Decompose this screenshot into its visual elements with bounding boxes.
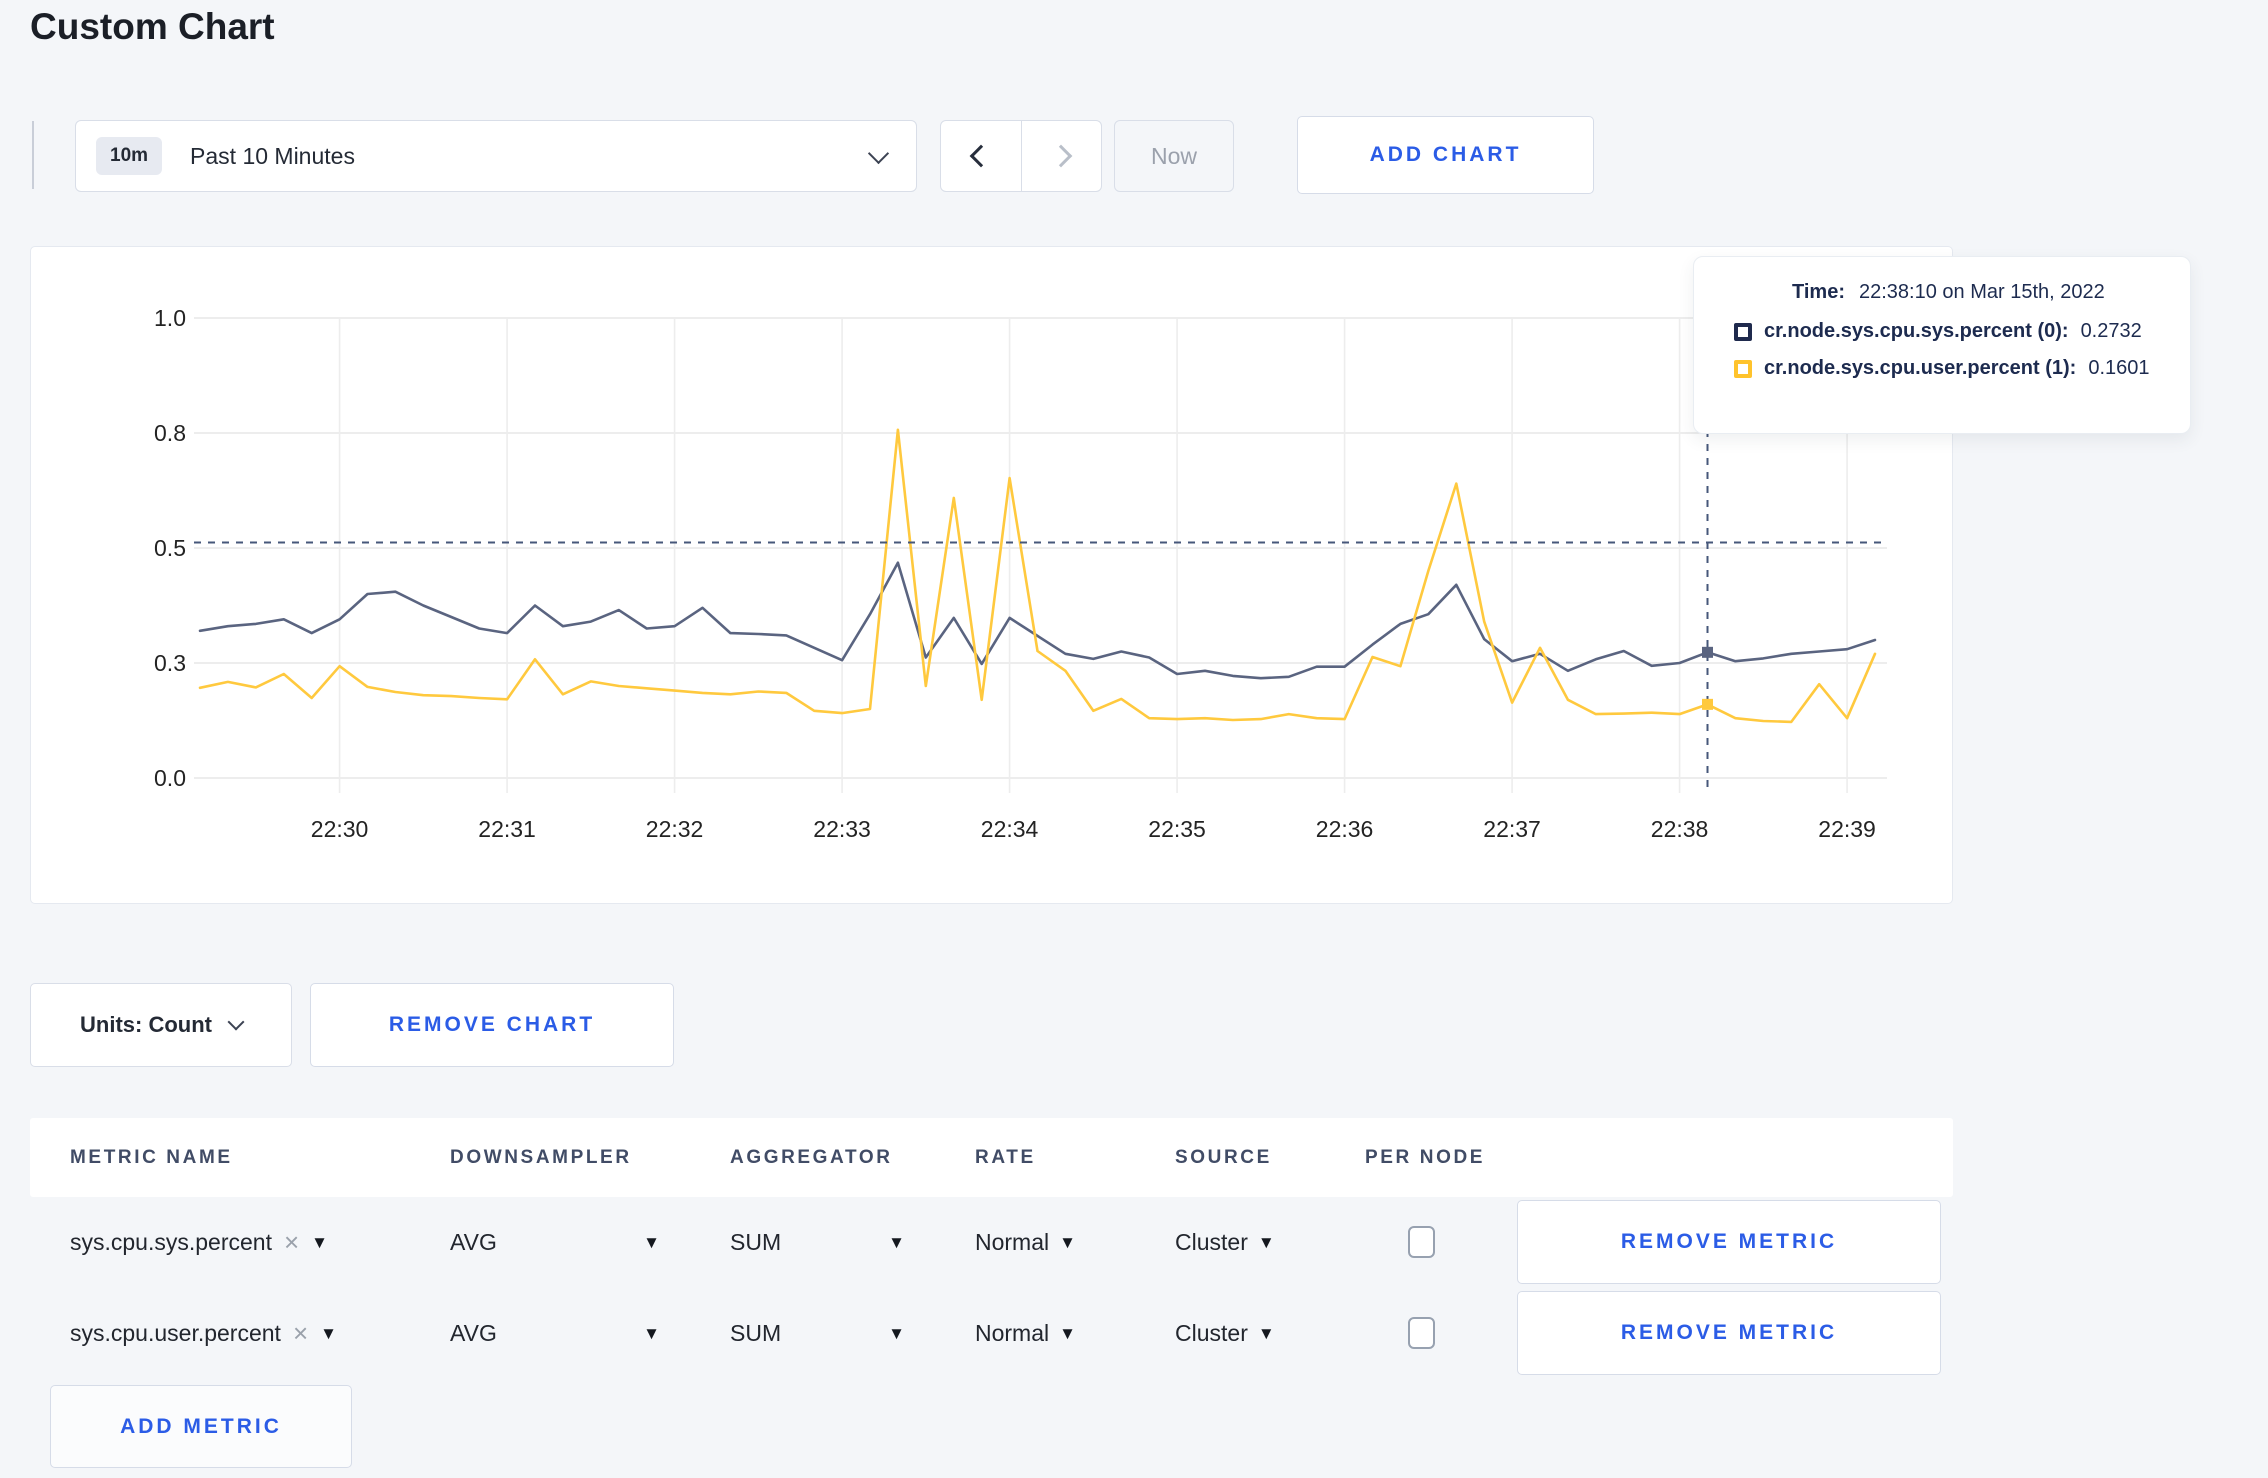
chart-panel: 0.0 0.3 0.5 0.8 1.0 22:30 22:31 22:32 22:33 22:34…: [30, 246, 1953, 904]
time-range-badge: 10m: [96, 137, 163, 175]
units-select[interactable]: Units: Count: [30, 983, 292, 1067]
dropdown-caret-icon: ▼: [320, 1323, 337, 1343]
dropdown-caret-icon: ▼: [1257, 1323, 1275, 1343]
svg-text:22:31: 22:31: [478, 816, 536, 842]
svg-text:0.5: 0.5: [154, 535, 186, 561]
aggregator-select[interactable]: SUM ▼: [730, 1229, 975, 1256]
source-select[interactable]: Cluster ▼: [1175, 1320, 1365, 1347]
dropdown-caret-icon: ▼: [643, 1232, 660, 1252]
dropdown-caret-icon: ▼: [1059, 1232, 1076, 1252]
svg-text:22:37: 22:37: [1483, 816, 1541, 842]
remove-x-icon[interactable]: ×: [284, 1229, 299, 1255]
tooltip-series-name: cr.node.sys.cpu.sys.percent (0):: [1764, 320, 2069, 342]
remove-metric-button[interactable]: REMOVE METRIC: [1517, 1291, 1941, 1375]
rate-select[interactable]: Normal ▼: [975, 1320, 1175, 1347]
dropdown-caret-icon: ▼: [311, 1232, 328, 1252]
remove-metric-button[interactable]: REMOVE METRIC: [1517, 1200, 1941, 1284]
toolbar: 10m Past 10 Minutes Now ADD CHART: [0, 116, 2268, 194]
metrics-table-header: METRIC NAME DOWNSAMPLER AGGREGATOR RATE …: [30, 1118, 1953, 1197]
series-swatch-icon: [1734, 359, 1752, 378]
tooltip-series-value: 0.2732: [2080, 320, 2142, 342]
time-range-selector[interactable]: 10m Past 10 Minutes: [75, 120, 917, 192]
rate-value: Normal: [975, 1319, 1050, 1346]
downsampler-select[interactable]: AVG ▼: [450, 1229, 730, 1256]
per-node-checkbox[interactable]: [1407, 1226, 1435, 1258]
col-header-source: SOURCE: [1175, 1146, 1272, 1168]
add-chart-button[interactable]: ADD CHART: [1297, 116, 1594, 194]
dropdown-caret-icon: ▼: [1059, 1323, 1076, 1343]
aggregator-value: SUM: [730, 1228, 782, 1255]
svg-text:1.0: 1.0: [154, 305, 186, 331]
col-header-downsampler: DOWNSAMPLER: [450, 1146, 632, 1168]
rate-value: Normal: [975, 1228, 1050, 1255]
source-value: Cluster: [1175, 1228, 1248, 1255]
page-title: Custom Chart: [30, 6, 275, 47]
dropdown-caret-icon: ▼: [888, 1232, 905, 1252]
aggregator-select[interactable]: SUM ▼: [730, 1320, 975, 1347]
tooltip-time-value: 22:38:10 on Mar 15th, 2022: [1858, 281, 2105, 303]
metric-name-select[interactable]: sys.cpu.user.percent × ▼: [70, 1320, 450, 1347]
add-metric-button[interactable]: ADD METRIC: [50, 1385, 352, 1468]
svg-text:22:36: 22:36: [1316, 816, 1374, 842]
now-button[interactable]: Now: [1114, 120, 1234, 192]
table-row: sys.cpu.sys.percent × ▼ AVG ▼ SUM ▼ Norm…: [30, 1197, 1953, 1287]
line-chart-plot[interactable]: 0.0 0.3 0.5 0.8 1.0 22:30 22:31 22:32 22:33 22:34…: [31, 247, 1954, 905]
dropdown-caret-icon: ▼: [1257, 1232, 1275, 1252]
downsampler-value: AVG: [450, 1319, 497, 1346]
svg-text:22:30: 22:30: [311, 816, 369, 842]
tooltip-series-value: 0.1601: [2088, 357, 2150, 379]
time-nav-group: [940, 120, 1102, 192]
svg-text:22:33: 22:33: [813, 816, 871, 842]
rate-select[interactable]: Normal ▼: [975, 1229, 1175, 1256]
metric-name-select[interactable]: sys.cpu.sys.percent × ▼: [70, 1229, 450, 1256]
chevron-down-icon: [867, 142, 890, 164]
dropdown-caret-icon: ▼: [643, 1323, 660, 1343]
downsampler-value: AVG: [450, 1228, 497, 1255]
source-value: Cluster: [1175, 1319, 1248, 1346]
svg-text:22:35: 22:35: [1148, 816, 1206, 842]
svg-text:0.8: 0.8: [154, 420, 186, 446]
downsampler-select[interactable]: AVG ▼: [450, 1320, 730, 1347]
series-swatch-icon: [1734, 322, 1752, 341]
dropdown-caret-icon: ▼: [888, 1323, 905, 1343]
tooltip-time-label: Time:: [1792, 281, 1845, 303]
tooltip-series-name: cr.node.sys.cpu.user.percent (1):: [1764, 357, 2077, 379]
time-back-button[interactable]: [941, 121, 1021, 191]
chevron-down-icon: [227, 1013, 245, 1031]
per-node-checkbox[interactable]: [1407, 1317, 1435, 1349]
chart-hover-tooltip: Time: 22:38:10 on Mar 15th, 2022 cr.node…: [1693, 256, 2191, 434]
svg-text:22:32: 22:32: [646, 816, 704, 842]
chevron-left-icon: [969, 144, 993, 168]
toolbar-divider: [32, 121, 34, 189]
svg-text:22:39: 22:39: [1818, 816, 1876, 842]
svg-text:22:34: 22:34: [981, 816, 1039, 842]
col-header-metric-name: METRIC NAME: [70, 1146, 233, 1168]
aggregator-value: SUM: [730, 1319, 782, 1346]
remove-x-icon[interactable]: ×: [293, 1320, 308, 1346]
metric-name: sys.cpu.sys.percent: [70, 1228, 272, 1255]
svg-text:0.3: 0.3: [154, 650, 186, 676]
metric-name: sys.cpu.user.percent: [70, 1319, 281, 1346]
col-header-rate: RATE: [975, 1146, 1036, 1168]
svg-text:0.0: 0.0: [154, 765, 186, 791]
tooltip-entry: cr.node.sys.cpu.user.percent (1): 0.1601: [1734, 357, 2170, 380]
col-header-per-node: PER NODE: [1365, 1146, 1486, 1168]
units-label: Units: Count: [80, 1012, 212, 1037]
table-row: sys.cpu.user.percent × ▼ AVG ▼ SUM ▼ Nor…: [30, 1288, 1953, 1378]
time-range-label: Past 10 Minutes: [190, 142, 355, 169]
time-forward-button[interactable]: [1020, 121, 1102, 191]
tooltip-entry: cr.node.sys.cpu.sys.percent (0): 0.2732: [1734, 320, 2170, 343]
col-header-aggregator: AGGREGATOR: [730, 1146, 893, 1168]
remove-chart-button[interactable]: REMOVE CHART: [310, 983, 674, 1067]
svg-text:22:38: 22:38: [1651, 816, 1709, 842]
source-select[interactable]: Cluster ▼: [1175, 1229, 1365, 1256]
chevron-right-icon: [1049, 144, 1073, 168]
